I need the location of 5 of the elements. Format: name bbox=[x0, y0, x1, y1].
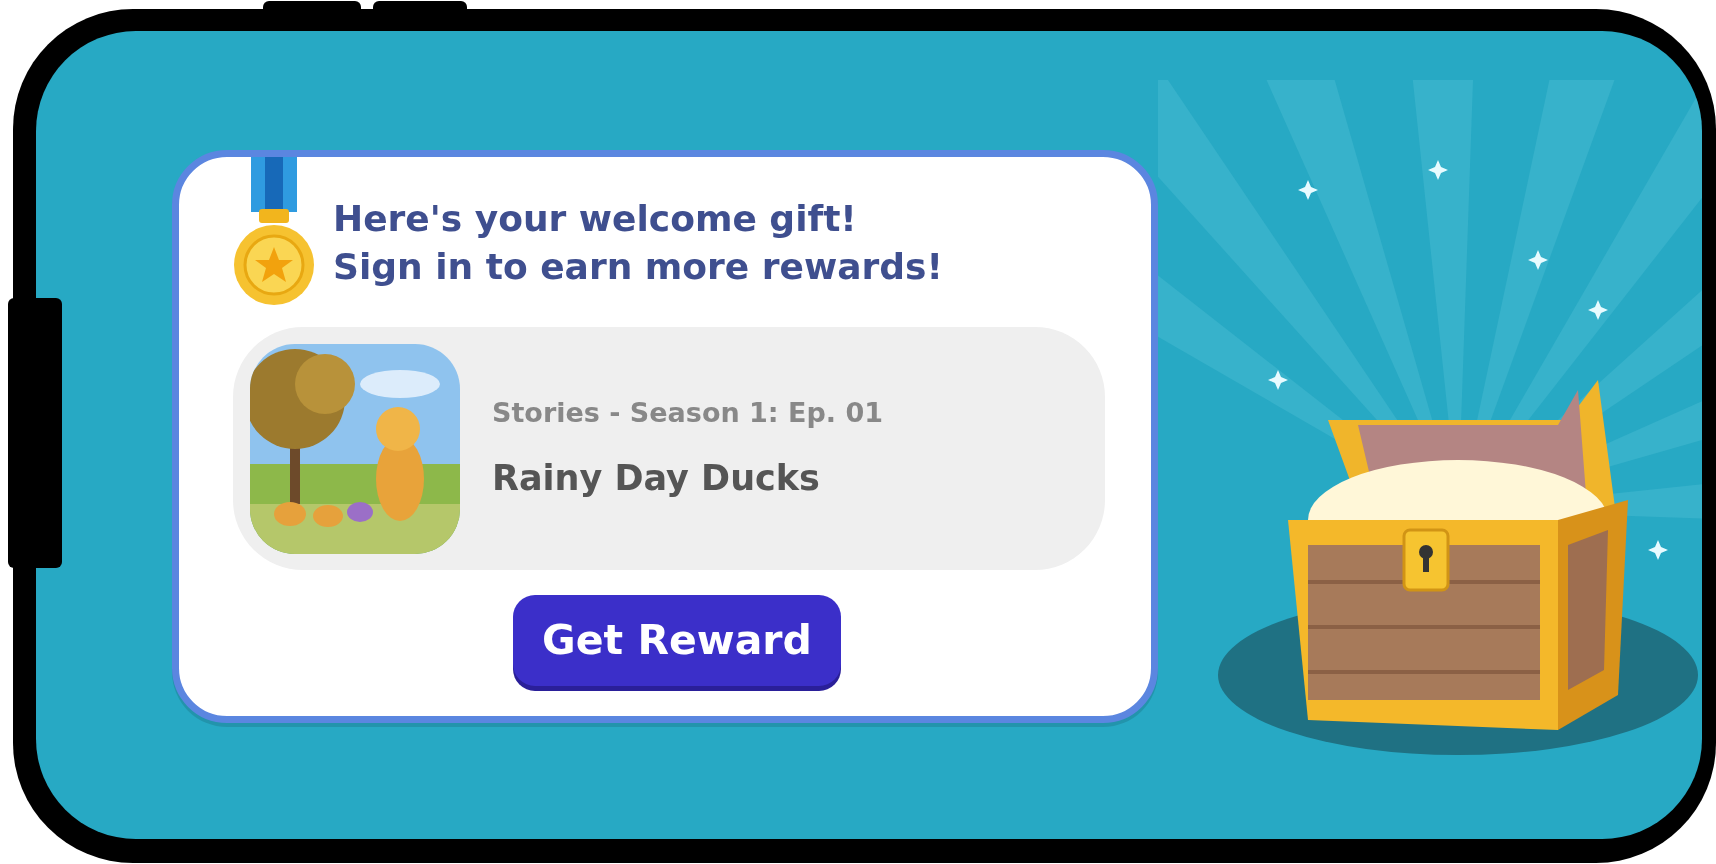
episode-panel[interactable]: Stories - Season 1: Ep. 01 Rainy Day Ducks bbox=[233, 327, 1105, 570]
episode-subtitle: Stories - Season 1: Ep. 01 bbox=[492, 396, 884, 430]
episode-title: Rainy Day Ducks bbox=[492, 456, 821, 500]
heading-text: Here's your welcome gift! bbox=[333, 197, 858, 241]
heading-text: Sign in to earn more rewards! bbox=[333, 245, 943, 289]
